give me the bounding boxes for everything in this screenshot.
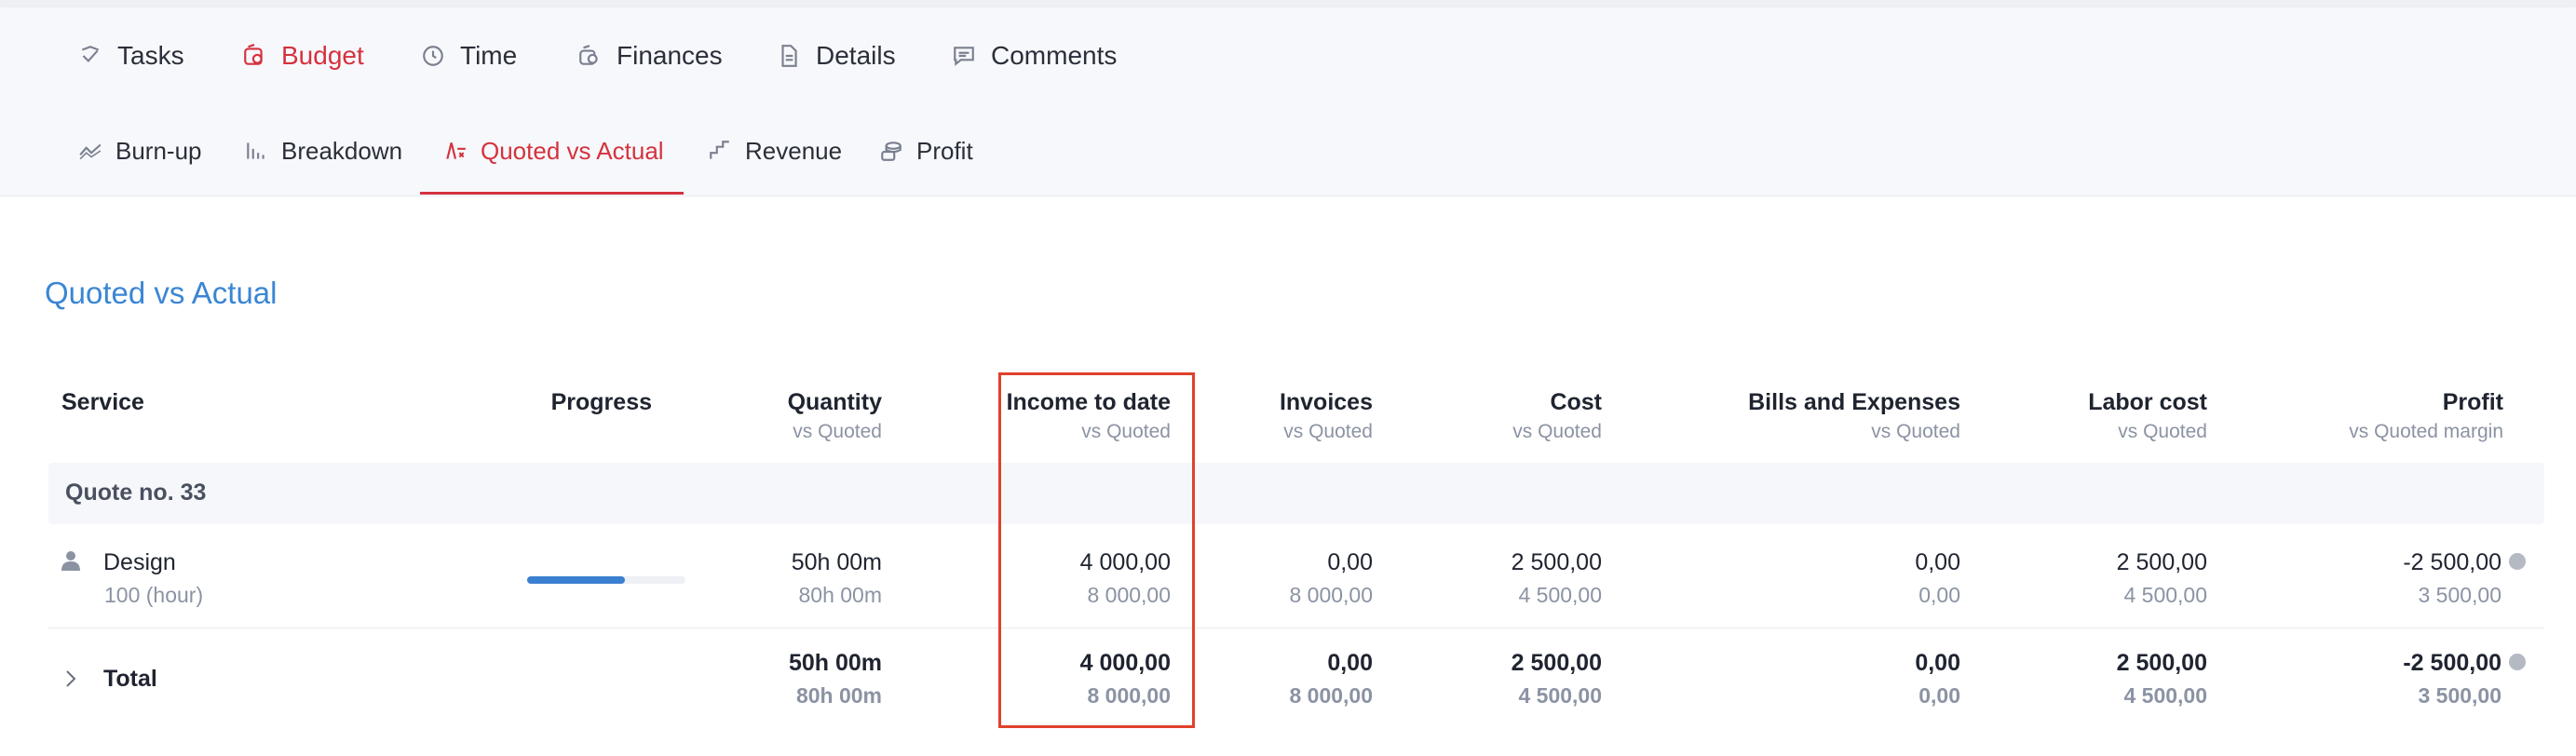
tab-label: Details	[816, 41, 896, 70]
chevron-right-icon[interactable]	[63, 668, 78, 689]
column-header-quantity[interactable]: Quantity	[788, 389, 882, 416]
total-profit: -2 500,00	[2403, 650, 2501, 676]
burn-up-icon	[79, 143, 102, 160]
document-icon	[781, 45, 797, 67]
total-labor: 2 500,00	[2116, 650, 2207, 676]
column-header-progress: Progress	[550, 389, 652, 415]
progress-bar	[527, 576, 685, 584]
tab-finances[interactable]: Finances	[577, 35, 723, 76]
service-unit: 100 (hour)	[104, 583, 204, 607]
profit-status-dot	[2509, 553, 2526, 570]
subtab-breakdown[interactable]: Breakdown	[244, 129, 402, 172]
top-strip	[0, 0, 2576, 7]
income-column-highlight	[998, 372, 1195, 728]
page-title: Quoted vs Actual	[45, 276, 278, 310]
total-quantity: 50h 00m	[788, 650, 882, 676]
subtab-label: Quoted vs Actual	[481, 136, 664, 165]
main-tab-bar: Tasks Budget Time Finances Details Comme…	[0, 7, 2576, 105]
finances-icon	[579, 45, 598, 65]
total-cost-quoted: 4 500,00	[1518, 683, 1602, 708]
total-labor-quoted: 4 500,00	[2123, 683, 2207, 708]
subtab-label: Revenue	[745, 136, 843, 165]
total-profit-status-dot	[2509, 654, 2526, 670]
clock-icon	[423, 46, 443, 66]
person-icon	[61, 551, 80, 571]
tab-details[interactable]: Details	[777, 35, 896, 76]
quantity-quoted: 80h 00m	[798, 583, 882, 607]
quantity-value: 50h 00m	[791, 549, 882, 575]
subtab-label: Burn-up	[115, 136, 202, 165]
subtab-label: Breakdown	[281, 136, 403, 165]
total-cost: 2 500,00	[1511, 650, 1602, 676]
subtab-burn-up[interactable]: Burn-up	[78, 129, 202, 172]
total-profit-quoted: 3 500,00	[2418, 683, 2501, 708]
profit-value: -2 500,00	[2403, 549, 2501, 575]
column-subheader-profit: vs Quoted margin	[2349, 421, 2503, 442]
subtab-profit[interactable]: Profit	[879, 129, 973, 172]
budget-icon	[244, 44, 263, 65]
subtab-quoted-vs-actual[interactable]: Quoted vs Actual	[443, 129, 664, 172]
subtab-revenue[interactable]: Revenue	[708, 129, 842, 172]
labor-value: 2 500,00	[2116, 549, 2207, 575]
tab-label: Tasks	[117, 41, 184, 70]
bar-chart-icon	[247, 142, 264, 159]
column-subheader-cost: vs Quoted	[1512, 421, 1602, 442]
total-invoices-quoted: 8 000,00	[1289, 683, 1373, 708]
coins-icon	[881, 142, 902, 161]
service-name[interactable]: Design	[103, 549, 176, 576]
check-shield-icon	[81, 46, 100, 62]
tab-label: Time	[460, 41, 518, 70]
invoices-value: 0,00	[1327, 549, 1373, 575]
column-header-invoices[interactable]: Invoices	[1280, 389, 1373, 416]
column-subheader-bills: vs Quoted	[1871, 421, 1960, 442]
active-subtab-indicator	[420, 192, 684, 195]
progress-bar-fill	[527, 576, 626, 584]
group-label: Quote no. 33	[65, 479, 207, 506]
column-header-service: Service	[61, 389, 144, 415]
tab-label: Finances	[617, 41, 723, 70]
tab-budget[interactable]: Budget	[242, 35, 364, 76]
column-header-profit[interactable]: Profit	[2443, 389, 2503, 416]
subtab-label: Profit	[916, 136, 973, 165]
column-subheader-quantity: vs Quoted	[793, 421, 882, 442]
column-header-labor[interactable]: Labor cost	[2088, 389, 2207, 416]
group-row	[48, 463, 2544, 524]
column-subheader-labor: vs Quoted	[2118, 421, 2207, 442]
quoted-vs-actual-icon	[446, 142, 466, 159]
tab-label: Budget	[281, 41, 364, 70]
cost-value: 2 500,00	[1511, 549, 1602, 575]
bills-value: 0,00	[1915, 549, 1960, 575]
sub-tab-bar: Burn-up Breakdown Quoted vs Actual Reven…	[0, 105, 2576, 196]
total-label: Total	[103, 666, 157, 692]
bills-quoted: 0,00	[1918, 583, 1960, 607]
total-quantity-quoted: 80h 00m	[795, 683, 882, 708]
profit-quoted: 3 500,00	[2418, 583, 2501, 607]
labor-quoted: 4 500,00	[2123, 583, 2207, 607]
tab-label: Comments	[991, 41, 1118, 70]
column-header-bills[interactable]: Bills and Expenses	[1748, 389, 1960, 416]
column-header-cost[interactable]: Cost	[1550, 389, 1602, 416]
comment-icon	[954, 47, 974, 66]
total-bills-quoted: 0,00	[1918, 683, 1960, 708]
tab-comments[interactable]: Comments	[952, 35, 1117, 76]
tab-tasks[interactable]: Tasks	[78, 35, 184, 76]
total-invoices: 0,00	[1327, 650, 1373, 676]
invoices-quoted: 8 000,00	[1289, 583, 1373, 607]
column-subheader-invoices: vs Quoted	[1283, 421, 1373, 442]
total-bills: 0,00	[1915, 650, 1960, 676]
revenue-icon	[710, 141, 729, 159]
cost-quoted: 4 500,00	[1518, 583, 1602, 607]
tab-time[interactable]: Time	[421, 35, 517, 76]
